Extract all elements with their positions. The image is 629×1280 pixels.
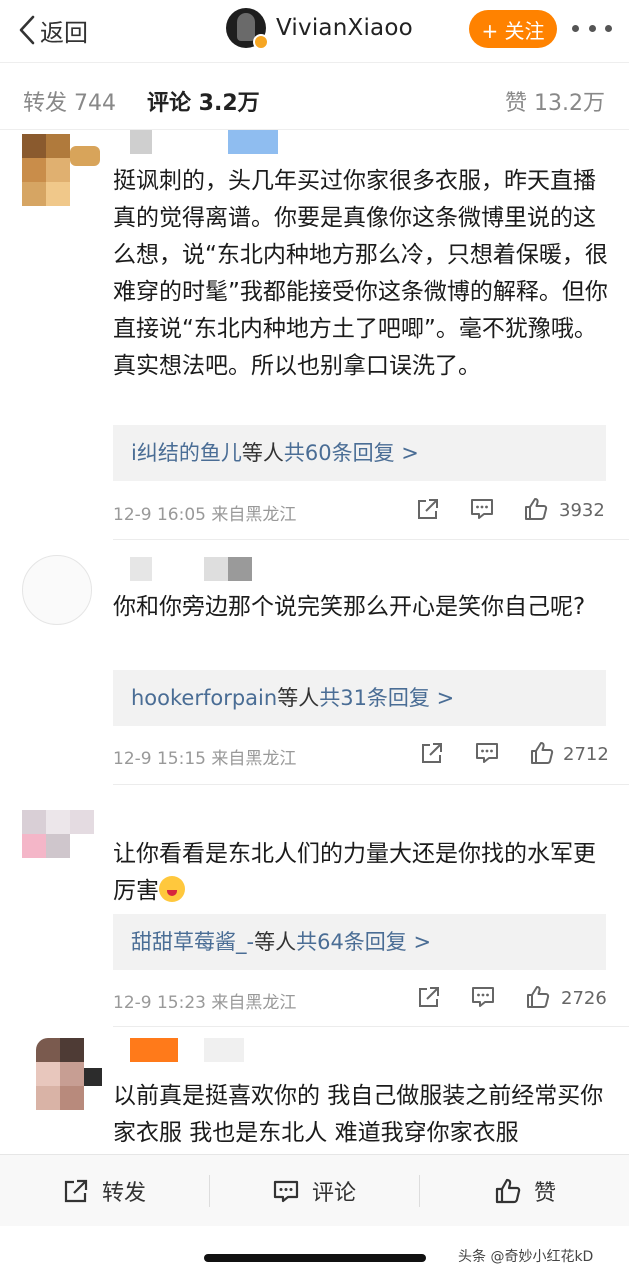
share-icon[interactable] [419,740,445,766]
username-blurred[interactable] [228,130,278,154]
comment-meta: 12-9 15:23 来自黑龙江 2726 [113,984,613,1014]
divider [113,784,629,785]
laughing-face-emoji-icon [159,876,185,902]
avatar[interactable] [22,134,102,214]
username-blurred[interactable] [130,1038,178,1062]
comment-icon [273,1180,299,1203]
reply-username[interactable]: i纠结的鱼儿 [131,441,242,465]
replies-summary[interactable]: hookerforpain等人共31条回复 > [113,670,606,726]
comment-icon[interactable] [474,740,500,766]
repost-label: 转发 [102,1181,147,1206]
comment-icon[interactable] [469,496,495,522]
like-label: 赞 [534,1181,557,1206]
replies-summary[interactable]: 甜甜草莓酱_-等人共64条回复 > [113,914,606,970]
avatar[interactable] [22,810,102,890]
watermark: 头条 @奇妙小红花kD [458,1249,594,1265]
like-button[interactable]: 赞 [494,1155,556,1227]
comment-text: 你和你旁边那个说完笑那么开心是笑你自己呢? [113,594,586,620]
username-blurred[interactable] [130,557,152,581]
comment-label: 评论 [312,1181,357,1206]
thumbs-up-icon[interactable] [529,740,555,766]
comment-time: 12-9 16:05 来自黑龙江 [113,505,297,525]
comment-item: 让你看看是东北人们的力量大还是你找的水军更厉害 甜甜草莓酱_-等人共64条回复 … [0,800,629,1030]
avatar[interactable] [22,1038,102,1118]
comment-icon[interactable] [470,984,496,1010]
comment-item: 以前真是挺喜欢你的 我自己做服装之前经常买你家衣服 我也是东北人 难道我穿你家衣… [0,1036,629,1154]
comment-meta: 12-9 15:15 来自黑龙江 2712 [113,740,613,770]
tab-like[interactable]: 赞 13.2万 [505,85,605,117]
back-button[interactable]: 返回 [18,12,88,48]
reply-count[interactable]: 共60条回复 > [284,441,419,465]
replies-summary[interactable]: i纠结的鱼儿等人共60条回复 > [113,425,606,481]
comment-item: 你和你旁边那个说完笑那么开心是笑你自己呢? hookerforpain等人共31… [0,545,629,785]
reply-count[interactable]: 共31条回复 > [319,686,454,710]
thumbs-up-icon [495,1178,521,1204]
reply-username[interactable]: hookerforpain [131,686,277,710]
tab-repost[interactable]: 转发 744 [23,85,116,117]
home-indicator[interactable] [204,1254,426,1262]
top-navigation-bar: 返回 VivianXiaoo + 关注 [0,0,629,62]
chevron-left-icon [19,15,35,45]
stats-tab-bar: 转发 744 评论 3.2万 赞 13.2万 [0,62,629,130]
comment-button[interactable]: 评论 [272,1155,629,1227]
divider [113,539,629,540]
more-dots-icon[interactable] [572,20,612,36]
follow-button[interactable]: + 关注 [469,10,557,48]
username-blurred[interactable] [204,557,228,581]
share-icon [64,1179,88,1203]
reply-count[interactable]: 共64条回复 > [296,930,431,954]
comment-text: 让你看看是东北人们的力量大还是你找的水军更厉害 [113,841,596,904]
like-count: 2726 [561,988,607,1009]
divider [209,1175,210,1207]
username[interactable]: VivianXiaoo [276,15,413,41]
thumbs-up-icon[interactable] [525,984,551,1010]
comment-time: 12-9 15:23 来自黑龙江 [113,993,297,1013]
back-label: 返回 [40,18,88,47]
comment-text: 以前真是挺喜欢你的 我自己做服装之前经常买你家衣服 我也是东北人 难道我穿你家衣… [113,1083,604,1146]
verified-badge-icon [253,34,269,50]
profile-header[interactable]: VivianXiaoo [226,8,413,50]
like-count: 2712 [563,744,609,765]
username-blurred[interactable] [228,557,252,581]
comment-text: 挺讽刺的，头几年买过你家很多衣服，昨天直播真的觉得离谱。你要是真像你这条微博里说… [113,168,608,379]
username-blurred[interactable] [130,130,152,154]
username-blurred[interactable] [204,1038,244,1062]
comment-time: 12-9 15:15 来自黑龙江 [113,749,297,769]
avatar[interactable] [226,8,269,50]
divider [419,1175,420,1207]
bottom-action-bar: 转发 评论 赞 [0,1154,629,1226]
repost-button[interactable]: 转发 [62,1155,146,1227]
avatar[interactable] [22,555,92,625]
share-icon[interactable] [416,984,442,1010]
thumbs-up-icon[interactable] [523,496,549,522]
divider [113,1026,629,1027]
comment-meta: 12-9 16:05 来自黑龙江 3932 [113,496,613,526]
like-count: 3932 [559,500,605,521]
comment-item: 挺讽刺的，头几年买过你家很多衣服，昨天直播真的觉得离谱。你要是真像你这条微博里说… [0,130,629,540]
reply-username[interactable]: 甜甜草莓酱_- [131,930,254,954]
share-icon[interactable] [415,496,441,522]
